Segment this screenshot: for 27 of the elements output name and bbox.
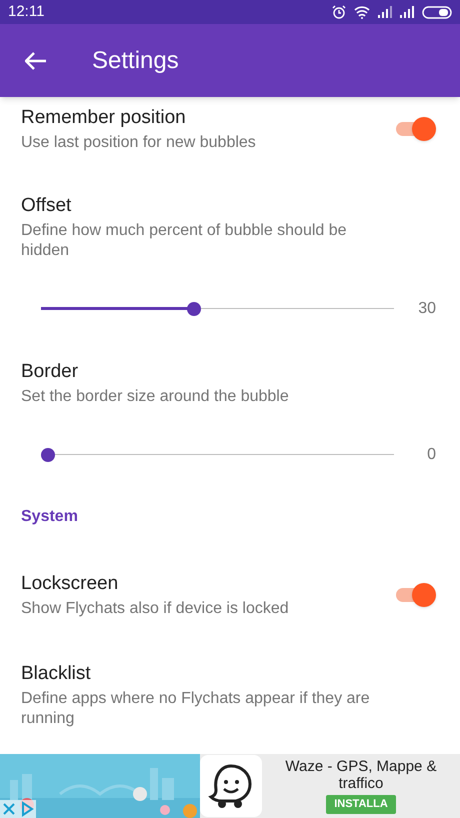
app-icon[interactable] — [200, 755, 262, 817]
setting-summary: Show Flychats also if device is locked — [21, 599, 290, 619]
ad-title: Waze - GPS, Mappe & traffico — [284, 758, 438, 792]
install-button[interactable]: INSTALLA — [326, 795, 396, 814]
setting-title: Offset — [21, 194, 72, 218]
setting-title: Border — [21, 360, 80, 384]
setting-title: Blacklist — [21, 662, 92, 686]
slider[interactable] — [41, 448, 394, 462]
toggle-switch[interactable] — [394, 116, 436, 142]
setting-title: Remember position — [21, 106, 187, 130]
setting-title: Lockscreen — [21, 572, 120, 596]
slider[interactable] — [41, 302, 394, 316]
setting-summary: Set the border size around the bubble — [21, 387, 290, 407]
toggle-switch[interactable] — [394, 582, 436, 608]
setting-summary: Define apps where no Flychats appear if they are running — [21, 689, 371, 729]
battery-icon — [422, 6, 452, 18]
slider-value: 30 — [417, 299, 436, 319]
setting-summary: Define how much percent of bubble should be hidden — [21, 221, 348, 261]
alarm-icon — [332, 5, 346, 19]
screen-title: Settings — [92, 46, 179, 76]
setting-summary: Use last position for new bubbles — [21, 133, 257, 153]
status-time: 12:11 — [8, 2, 44, 22]
slider-value: 0 — [426, 445, 436, 465]
signal-icon — [400, 6, 414, 18]
section-header: System — [21, 508, 78, 525]
wifi-icon — [354, 6, 370, 18]
signal-icon — [378, 6, 392, 18]
